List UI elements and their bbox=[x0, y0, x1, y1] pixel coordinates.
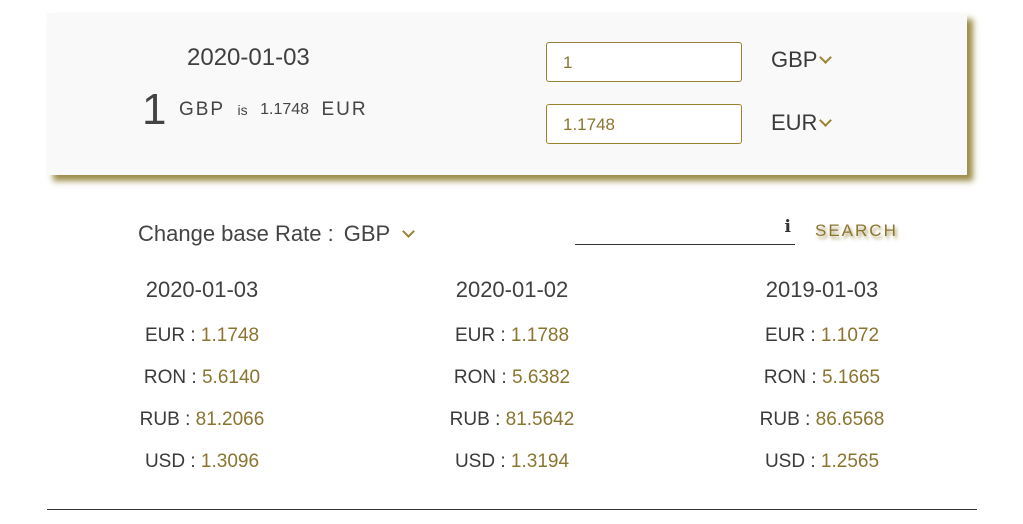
rate-value: 1.2565 bbox=[820, 451, 880, 472]
rate-currency: EUR : bbox=[764, 325, 816, 346]
converter-card: 2020-01-03 1 GBP is 1.1748 EUR 1 1.1748 … bbox=[47, 13, 967, 175]
rate-column: 2020-01-03 EUR : 1.1748 RON : 5.6140 RUB… bbox=[112, 276, 292, 489]
rate-value: 1.1072 bbox=[820, 325, 880, 346]
search-button[interactable]: SEARCH bbox=[815, 221, 898, 241]
rate-row: EUR : 1.1072 bbox=[732, 321, 912, 363]
base-rate-label: Change base Rate : bbox=[138, 221, 334, 246]
rate-value: 5.6382 bbox=[511, 367, 571, 388]
summary-amount: 1 bbox=[142, 85, 167, 134]
summary-from-currency: GBP bbox=[178, 99, 226, 120]
rate-value: 86.6568 bbox=[815, 409, 885, 430]
rate-currency: RUB : bbox=[139, 409, 191, 430]
rate-value: 5.6140 bbox=[201, 367, 261, 388]
summary-to-currency: EUR bbox=[321, 99, 368, 120]
rate-currency: RON : bbox=[453, 367, 507, 388]
rate-row: RON : 5.1665 bbox=[732, 363, 912, 405]
rate-value: 1.1748 bbox=[200, 325, 260, 346]
rate-row: RON : 5.6140 bbox=[112, 363, 292, 405]
rate-column: 2020-01-02 EUR : 1.1788 RON : 5.6382 RUB… bbox=[422, 276, 602, 489]
converter-date: 2020-01-03 bbox=[187, 44, 310, 71]
chevron-down-icon bbox=[819, 51, 833, 64]
rate-currency: EUR : bbox=[454, 325, 506, 346]
rate-row: RUB : 86.6568 bbox=[732, 405, 912, 447]
from-currency-select[interactable]: GBP bbox=[771, 47, 833, 73]
rate-row: USD : 1.2565 bbox=[732, 447, 912, 489]
to-currency-select[interactable]: EUR bbox=[771, 110, 833, 136]
rate-value: 1.3096 bbox=[200, 451, 260, 472]
rate-currency: USD : bbox=[454, 451, 506, 472]
rate-row: USD : 1.3194 bbox=[422, 447, 602, 489]
rate-column-date: 2019-01-03 bbox=[765, 277, 879, 302]
chevron-down-icon bbox=[402, 225, 416, 238]
rate-currency: EUR : bbox=[144, 325, 196, 346]
rate-row: RUB : 81.5642 bbox=[422, 405, 602, 447]
base-rate-select[interactable]: Change base Rate : GBP bbox=[138, 221, 416, 247]
base-rate-value: GBP bbox=[343, 221, 391, 246]
rate-value: 81.2066 bbox=[195, 409, 265, 430]
rate-column-date: 2020-01-03 bbox=[145, 277, 259, 302]
rate-currency: RUB : bbox=[759, 409, 811, 430]
rate-value: 81.5642 bbox=[505, 409, 575, 430]
rate-currency: RUB : bbox=[449, 409, 501, 430]
summary-is-label: is bbox=[237, 102, 248, 118]
rate-row: EUR : 1.1788 bbox=[422, 321, 602, 363]
rate-value: 1.3194 bbox=[510, 451, 570, 472]
rate-row: EUR : 1.1748 bbox=[112, 321, 292, 363]
rate-value: 5.1665 bbox=[821, 367, 881, 388]
chevron-down-icon bbox=[819, 114, 833, 127]
search-input[interactable]: i bbox=[575, 214, 795, 245]
from-currency-value: GBP bbox=[771, 47, 818, 72]
rate-column-date: 2020-01-02 bbox=[455, 277, 569, 302]
summary-rate: 1.1748 bbox=[260, 101, 310, 118]
rate-row: RUB : 81.2066 bbox=[112, 405, 292, 447]
divider bbox=[47, 509, 977, 510]
rate-currency: USD : bbox=[144, 451, 196, 472]
from-amount-input[interactable]: 1 bbox=[546, 42, 742, 82]
conversion-summary: 1 GBP is 1.1748 EUR bbox=[142, 85, 368, 135]
info-icon[interactable]: i bbox=[785, 217, 791, 237]
rate-currency: RON : bbox=[143, 367, 197, 388]
rate-value: 1.1788 bbox=[510, 325, 570, 346]
rate-row: RON : 5.6382 bbox=[422, 363, 602, 405]
rate-row: USD : 1.3096 bbox=[112, 447, 292, 489]
rate-column: 2019-01-03 EUR : 1.1072 RON : 5.1665 RUB… bbox=[732, 276, 912, 489]
rate-currency: USD : bbox=[764, 451, 816, 472]
to-amount-input[interactable]: 1.1748 bbox=[546, 104, 742, 144]
rate-currency: RON : bbox=[763, 367, 817, 388]
to-currency-value: EUR bbox=[771, 110, 818, 135]
